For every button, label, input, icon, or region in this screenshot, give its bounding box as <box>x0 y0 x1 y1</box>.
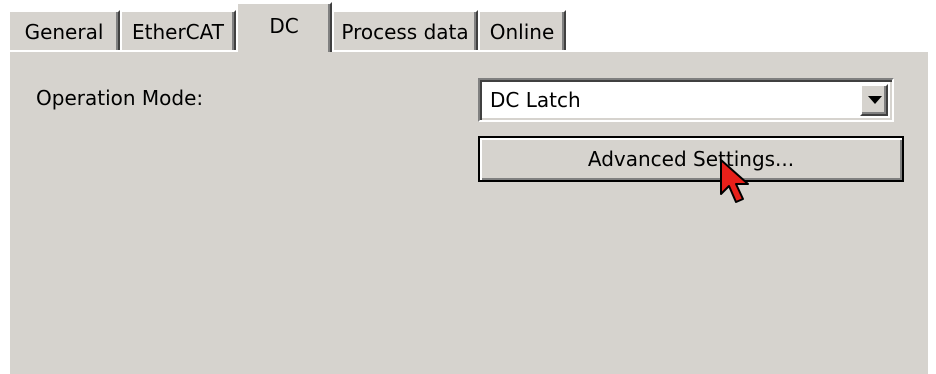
chevron-down-icon[interactable] <box>860 84 888 116</box>
advanced-settings-button[interactable]: Advanced Settings... <box>478 136 904 182</box>
tab-ethercat[interactable]: EtherCAT <box>120 10 236 50</box>
tab-process-data[interactable]: Process data <box>332 10 478 50</box>
operation-mode-value: DC Latch <box>490 88 581 112</box>
dc-properties-window: General EtherCAT DC Process data Online … <box>0 0 936 374</box>
tab-online[interactable]: Online <box>478 10 566 50</box>
operation-mode-label: Operation Mode: <box>36 86 204 110</box>
tab-general[interactable]: General <box>8 10 120 50</box>
operation-mode-dropdown[interactable]: DC Latch <box>478 78 894 122</box>
tab-dc[interactable]: DC <box>236 2 332 52</box>
